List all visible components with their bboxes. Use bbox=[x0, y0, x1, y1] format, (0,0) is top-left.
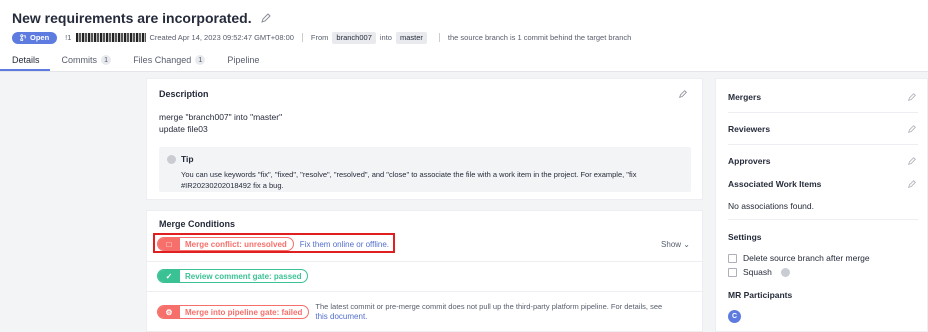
work-items-title: Associated Work Items bbox=[728, 179, 822, 189]
show-toggle[interactable]: Show ⌄ bbox=[661, 240, 690, 249]
tab-commits[interactable]: Commits 1 bbox=[50, 52, 122, 71]
squash-label: Squash bbox=[743, 267, 772, 277]
tip-box: Tip You can use keywords "fix", "fixed",… bbox=[159, 147, 691, 192]
delete-branch-checkbox[interactable] bbox=[728, 253, 737, 263]
pipeline-doc-link[interactable]: this document. bbox=[315, 312, 695, 322]
tip-icon bbox=[167, 155, 176, 164]
condition-pipeline: ⚙ Merge into pipeline gate: failed The l… bbox=[157, 302, 695, 322]
review-label: Review comment gate: passed bbox=[185, 271, 302, 281]
divider bbox=[147, 291, 704, 292]
divider bbox=[728, 144, 918, 145]
merge-request-icon bbox=[20, 34, 26, 41]
tab-count: 1 bbox=[195, 55, 206, 65]
divider bbox=[301, 33, 303, 42]
edit-reviewers-icon[interactable] bbox=[907, 124, 917, 134]
tab-files-changed[interactable]: Files Changed 1 bbox=[121, 52, 215, 71]
pipeline-badge: ⚙ Merge into pipeline gate: failed bbox=[157, 305, 310, 319]
edit-work-items-icon[interactable] bbox=[907, 179, 917, 189]
condition-review: ✓ Review comment gate: passed bbox=[157, 269, 309, 283]
tab-pipeline[interactable]: Pipeline bbox=[215, 52, 269, 71]
page-title: New requirements are incorporated. bbox=[12, 10, 252, 26]
description-line: update file03 bbox=[159, 124, 208, 134]
approvers-title: Approvers bbox=[728, 156, 771, 166]
tab-label: Commits bbox=[61, 55, 98, 65]
delete-branch-option[interactable]: Delete source branch after merge bbox=[728, 253, 870, 263]
edit-title-icon[interactable] bbox=[260, 12, 272, 24]
source-branch[interactable]: branch007 bbox=[332, 31, 376, 44]
merge-conditions-title: Merge Conditions bbox=[159, 219, 235, 229]
status-badge: Open bbox=[12, 31, 58, 44]
title-row: New requirements are incorporated. bbox=[12, 10, 272, 26]
description-card: Description merge "branch007" into "mast… bbox=[146, 78, 703, 200]
chevron-down-icon: ⌄ bbox=[683, 240, 690, 249]
settings-title: Settings bbox=[728, 232, 762, 242]
divider bbox=[438, 33, 440, 42]
delete-branch-label: Delete source branch after merge bbox=[743, 253, 870, 263]
tab-label: Details bbox=[12, 55, 40, 65]
tip-text: You can use keywords "fix", "fixed", "re… bbox=[181, 170, 637, 190]
tip-title: Tip bbox=[181, 154, 194, 164]
squash-checkbox[interactable] bbox=[728, 267, 737, 277]
pipeline-note-text: The latest commit or pre-merge commit do… bbox=[315, 302, 663, 311]
tab-label: Files Changed bbox=[133, 55, 192, 65]
status-label: Open bbox=[30, 32, 50, 42]
edit-approvers-icon[interactable] bbox=[907, 156, 917, 166]
show-label: Show bbox=[661, 240, 682, 249]
tab-bar: Details Commits 1 Files Changed 1 Pipeline bbox=[0, 52, 928, 72]
into-label: into bbox=[379, 33, 392, 42]
divider bbox=[147, 261, 704, 262]
highlight-annotation bbox=[153, 233, 395, 253]
tab-count: 1 bbox=[101, 55, 112, 65]
from-label: From bbox=[310, 33, 329, 42]
squash-option[interactable]: Squash bbox=[728, 267, 790, 277]
reviewers-title: Reviewers bbox=[728, 124, 771, 134]
help-icon[interactable] bbox=[780, 267, 790, 277]
pipeline-note: The latest commit or pre-merge commit do… bbox=[315, 302, 695, 322]
mergers-title: Mergers bbox=[728, 92, 762, 102]
divider bbox=[728, 112, 918, 113]
description-line: merge "branch007" into "master" bbox=[159, 112, 283, 122]
pipeline-label: Merge into pipeline gate: failed bbox=[185, 307, 303, 317]
edit-mergers-icon[interactable] bbox=[907, 92, 917, 102]
no-associations: No associations found. bbox=[728, 201, 814, 211]
mr-id: !1 bbox=[65, 33, 72, 42]
check-icon: ✓ bbox=[158, 270, 180, 282]
pipeline-icon: ⚙ bbox=[158, 306, 180, 318]
mr-meta: Open !1 Created Apr 14, 2023 09:52:47 GM… bbox=[12, 31, 631, 44]
sidebar: Mergers Reviewers Approvers Associated W… bbox=[715, 78, 928, 332]
edit-description-icon[interactable] bbox=[678, 89, 688, 99]
description-title: Description bbox=[159, 89, 209, 99]
avatar[interactable]: C bbox=[728, 310, 741, 323]
merge-conditions-card: Merge Conditions □ Merge conflict: unres… bbox=[146, 210, 704, 332]
behind-note: the source branch is 1 commit behind the… bbox=[447, 33, 632, 42]
target-branch[interactable]: master bbox=[395, 31, 427, 44]
review-badge: ✓ Review comment gate: passed bbox=[157, 269, 309, 283]
tab-details[interactable]: Details bbox=[0, 52, 50, 71]
author-name-redacted bbox=[76, 33, 147, 42]
tab-label: Pipeline bbox=[227, 55, 260, 65]
participants-title: MR Participants bbox=[728, 290, 793, 300]
created-time: Created Apr 14, 2023 09:52:47 GMT+08:00 bbox=[149, 33, 294, 42]
divider bbox=[728, 219, 918, 220]
mr-header: New requirements are incorporated. Open … bbox=[0, 0, 928, 72]
